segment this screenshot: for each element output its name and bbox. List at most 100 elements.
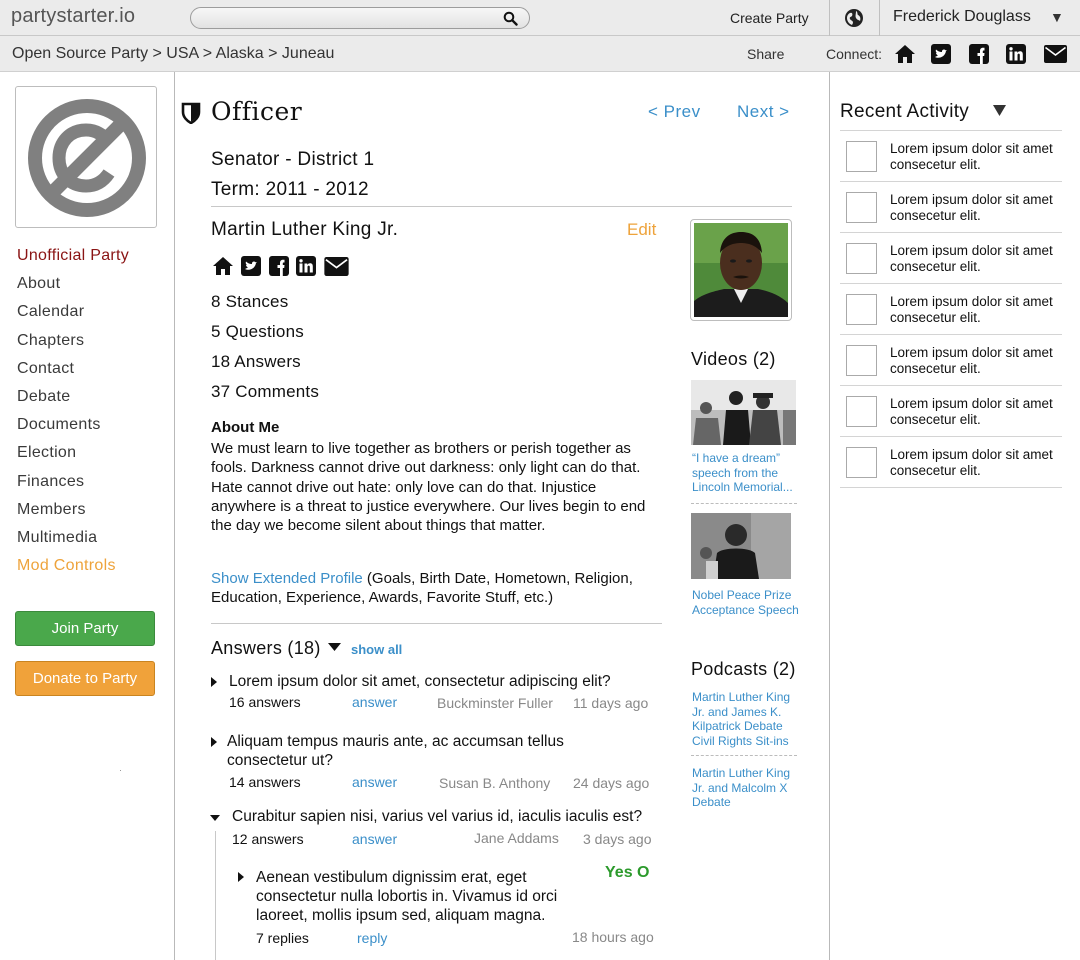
question-time: 24 days ago [573, 775, 650, 791]
sidebar-item-about[interactable]: About [17, 274, 129, 302]
activity-item[interactable]: Lorem ipsum dolor sit amet consecetur el… [840, 182, 1062, 233]
facebook-icon[interactable] [268, 256, 289, 276]
activity-text: Lorem ipsum dolor sit amet consecetur el… [890, 396, 1053, 427]
answer-link[interactable]: answer [352, 774, 397, 790]
reply-text[interactable]: Aenean vestibulum dignissim erat, eget c… [256, 868, 586, 925]
activity-thumbnail [846, 243, 877, 274]
answer-count: 14 answers [229, 774, 301, 790]
share-link[interactable]: Share [747, 46, 784, 62]
user-name[interactable]: Frederick Douglass [893, 8, 1031, 26]
triangle-down-icon[interactable] [210, 815, 220, 821]
activity-item[interactable]: Lorem ipsum dolor sit amet consecetur el… [840, 386, 1062, 437]
activity-item[interactable]: Lorem ipsum dolor sit amet consecetur el… [840, 335, 1062, 386]
activity-thumbnail [846, 447, 877, 478]
office-term: Term: 2011 - 2012 [211, 179, 369, 200]
question-text[interactable]: Aliquam tempus mauris ante, ac accumsan … [227, 732, 647, 770]
envelope-icon[interactable] [1044, 45, 1067, 63]
join-party-button[interactable]: Join Party [15, 611, 155, 646]
home-icon[interactable] [894, 44, 916, 64]
left-column-divider [174, 72, 175, 960]
sidebar-item-finances[interactable]: Finances [17, 472, 129, 500]
vote-badge[interactable]: Yes O [605, 864, 649, 882]
search-input[interactable] [190, 7, 530, 29]
donate-party-button[interactable]: Donate to Party [15, 661, 155, 696]
linkedin-icon[interactable] [296, 256, 317, 276]
activity-thumbnail [846, 192, 877, 223]
facebook-icon[interactable] [969, 44, 989, 64]
thread-line [215, 831, 216, 960]
twitter-icon[interactable] [931, 44, 951, 64]
activity-item[interactable]: Lorem ipsum dolor sit amet consecetur el… [840, 284, 1062, 335]
recent-activity-list: Lorem ipsum dolor sit amet consecetur el… [840, 130, 1062, 488]
globe-icon[interactable] [844, 8, 864, 28]
user-menu-caret-icon[interactable]: ▼ [1050, 9, 1064, 25]
linkedin-icon[interactable] [1006, 44, 1026, 64]
sidebar-item-election[interactable]: Election [17, 443, 129, 471]
caret-down-icon[interactable] [328, 643, 341, 652]
podcasts-heading: Podcasts (2) [691, 659, 796, 679]
activity-item[interactable]: Lorem ipsum dolor sit amet consecetur el… [840, 233, 1062, 284]
breadcrumb[interactable]: Open Source Party > USA > Alaska > Junea… [12, 45, 334, 63]
stat-comments[interactable]: 37 Comments [211, 382, 319, 402]
activity-text: Lorem ipsum dolor sit amet consecetur el… [890, 141, 1053, 172]
sidebar-item-calendar[interactable]: Calendar [17, 302, 129, 330]
envelope-icon[interactable] [324, 257, 349, 276]
sidebar-item-mod-controls[interactable]: Mod Controls [17, 556, 129, 584]
caret-down-icon[interactable] [993, 105, 1006, 116]
sidebar-item-debate[interactable]: Debate [17, 387, 129, 415]
question-author[interactable]: Susan B. Anthony [439, 775, 550, 791]
search-icon[interactable] [503, 11, 518, 26]
question-author[interactable]: Jane Addams [474, 830, 559, 846]
divider [691, 755, 797, 756]
extended-profile: Show Extended Profile (Goals, Birth Date… [211, 569, 666, 607]
answers-heading: Answers (18) [211, 638, 321, 658]
page-title: Officer [211, 97, 303, 126]
next-link[interactable]: Next > [737, 102, 790, 122]
triangle-right-icon[interactable] [211, 737, 217, 747]
show-all-link[interactable]: show all [351, 642, 402, 657]
activity-item[interactable]: Lorem ipsum dolor sit amet consecetur el… [840, 437, 1062, 488]
sidebar-item-multimedia[interactable]: Multimedia [17, 528, 129, 556]
create-party-link[interactable]: Create Party [730, 10, 809, 26]
prev-link[interactable]: < Prev [648, 102, 701, 122]
reply-link[interactable]: reply [357, 930, 387, 946]
podcast-link[interactable]: Martin Luther King Jr. and James K. Kilp… [692, 690, 800, 748]
portrait-image [694, 223, 788, 317]
sidebar-item-contact[interactable]: Contact [17, 359, 129, 387]
activity-text: Lorem ipsum dolor sit amet consecetur el… [890, 192, 1053, 223]
video-thumbnail[interactable] [691, 513, 791, 579]
sidebar-item-unofficial-party[interactable]: Unofficial Party [17, 246, 129, 274]
answer-link[interactable]: answer [352, 694, 397, 710]
twitter-icon[interactable] [241, 256, 262, 276]
triangle-right-icon[interactable] [238, 872, 244, 882]
home-icon[interactable] [212, 256, 234, 276]
activity-text: Lorem ipsum dolor sit amet consecetur el… [890, 294, 1053, 325]
person-photo[interactable] [690, 219, 792, 321]
site-logo[interactable]: partystarter.io [11, 5, 135, 28]
person-name: Martin Luther King Jr. [211, 219, 399, 240]
podcast-link[interactable]: Martin Luther King Jr. and Malcolm X Deb… [692, 766, 800, 810]
sidebar-item-chapters[interactable]: Chapters [17, 331, 129, 359]
video-thumbnail[interactable] [691, 380, 796, 445]
video-link[interactable]: “I have a dream” speech from the Lincoln… [692, 451, 800, 495]
question-text[interactable]: Lorem ipsum dolor sit amet, consectetur … [229, 672, 659, 691]
activity-thumbnail [846, 294, 877, 325]
edit-link[interactable]: Edit [627, 220, 656, 240]
stat-answers[interactable]: 18 Answers [211, 352, 301, 372]
stat-stances[interactable]: 8 Stances [211, 292, 288, 312]
question-text[interactable]: Curabitur sapien nisi, varius vel varius… [232, 807, 662, 826]
show-extended-profile-link[interactable]: Show Extended Profile [211, 570, 363, 587]
party-logo [15, 86, 157, 228]
video-link[interactable]: Nobel Peace Prize Acceptance Speech [692, 588, 800, 617]
answer-link[interactable]: answer [352, 831, 397, 847]
question-time: 11 days ago [573, 695, 649, 711]
sidebar-item-members[interactable]: Members [17, 500, 129, 528]
question-author[interactable]: Buckminster Fuller [437, 695, 553, 711]
activity-thumbnail [846, 141, 877, 172]
activity-item[interactable]: Lorem ipsum dolor sit amet consecetur el… [840, 131, 1062, 182]
question-time: 3 days ago [583, 831, 652, 847]
triangle-right-icon[interactable] [211, 677, 217, 687]
stat-questions[interactable]: 5 Questions [211, 322, 304, 342]
sidebar-item-documents[interactable]: Documents [17, 415, 129, 443]
divider [829, 0, 830, 36]
